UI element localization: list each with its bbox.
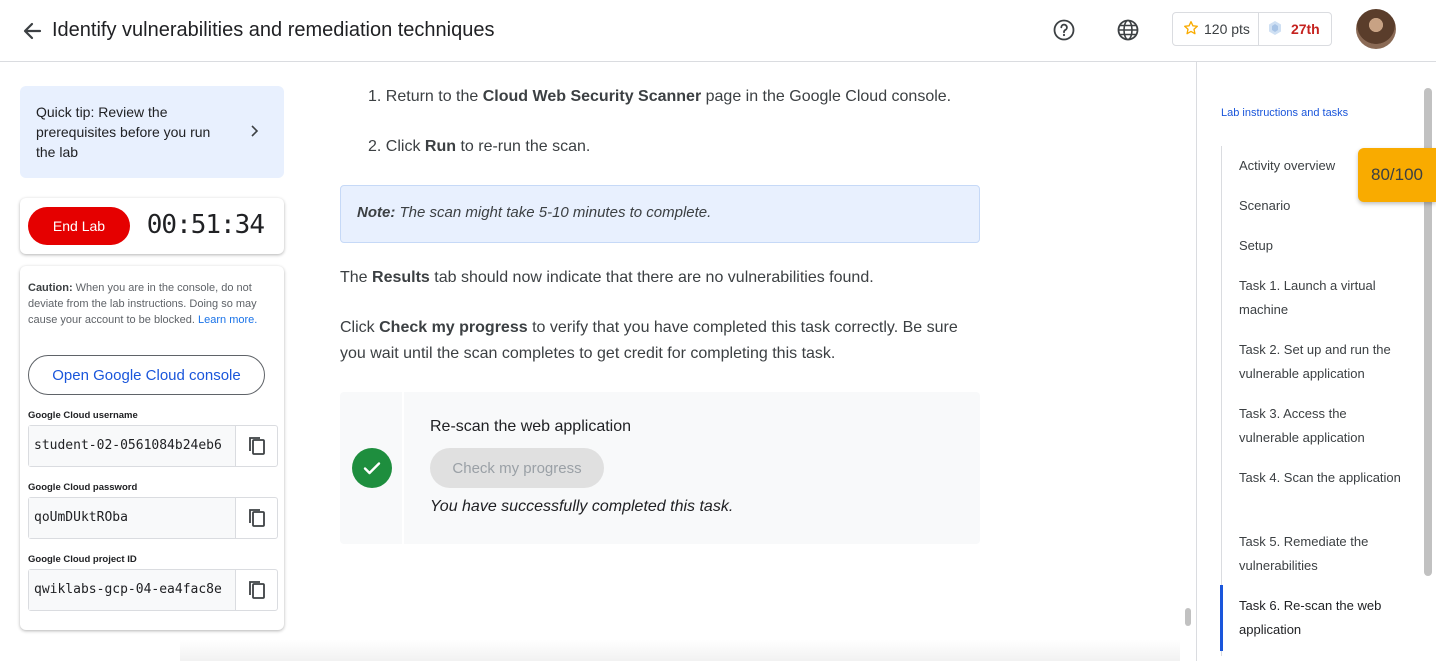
check-title: Re-scan the web application — [430, 418, 632, 435]
copy-icon[interactable] — [236, 498, 277, 538]
content-scrollbar[interactable] — [1184, 62, 1192, 661]
league-icon — [1267, 20, 1291, 39]
points-label: 120 pts — [1204, 21, 1250, 37]
star-icon — [1183, 20, 1204, 39]
top-bar: Identify vulnerabilities and remediation… — [0, 0, 1436, 62]
instruction-step-2: 2. Click Run to re-run the scan. — [368, 136, 590, 158]
check-progress-paragraph: Click Check my progress to verify that y… — [340, 315, 980, 367]
step-text: page in the Google Cloud console. — [701, 88, 952, 105]
toc-active-indicator — [1220, 585, 1223, 651]
score-badge: 80/100 — [1358, 148, 1436, 202]
paragraph-bold: Results — [372, 269, 430, 286]
paragraph-bold: Check my progress — [379, 319, 528, 336]
instruction-step-1: 1. Return to the Cloud Web Security Scan… — [368, 86, 951, 108]
end-lab-button[interactable]: End Lab — [28, 207, 130, 245]
toc-title: Lab instructions and tasks — [1221, 107, 1349, 119]
points-display: 120 pts — [1173, 13, 1259, 45]
credentials-card: Caution: When you are in the console, do… — [20, 266, 284, 630]
toc-item-task-2[interactable]: Task 2. Set up and run the vulnerable ap… — [1239, 338, 1409, 386]
caution-label: Caution: — [28, 282, 73, 294]
rank-label: 27th — [1290, 21, 1320, 37]
back-arrow-icon[interactable] — [18, 17, 46, 45]
lab-control-card: End Lab 00:51:34 — [20, 198, 284, 254]
step-bold: Cloud Web Security Scanner — [482, 88, 702, 105]
note-label: Note: — [357, 204, 396, 221]
project-id-label: Google Cloud project ID — [28, 554, 137, 565]
toc-item-task-4[interactable]: Task 4. Scan the application — [1239, 466, 1409, 490]
username-field: student-02-0561084b24eb6 — [28, 425, 278, 467]
globe-icon[interactable] — [1116, 18, 1140, 42]
toc-item-task-3[interactable]: Task 3. Access the vulnerable applicatio… — [1239, 402, 1409, 450]
progress-check-card: Re-scan the web application Check my pro… — [340, 392, 980, 544]
note-text: The scan might take 5-10 minutes to comp… — [395, 204, 712, 221]
paragraph-text: The — [340, 269, 373, 286]
check-success-message: You have successfully completed this tas… — [430, 498, 734, 515]
content-scrollbar-thumb[interactable] — [1185, 608, 1191, 626]
toc-item-setup[interactable]: Setup — [1239, 234, 1409, 258]
username-value[interactable]: student-02-0561084b24eb6 — [29, 426, 237, 466]
toc-item-task-1[interactable]: Task 1. Launch a virtual machine — [1239, 274, 1409, 322]
project-id-value[interactable]: qwiklabs-gcp-04-ea4fac8e — [29, 570, 237, 610]
copy-icon[interactable] — [236, 426, 277, 466]
step-text: Return to the — [385, 88, 483, 105]
note-box: Note: The scan might take 5-10 minutes t… — [340, 185, 980, 243]
learn-more-link[interactable]: Learn more. — [198, 314, 257, 326]
avatar[interactable] — [1356, 9, 1396, 49]
toc-track — [1221, 146, 1222, 656]
page-title: Identify vulnerabilities and remediation… — [52, 19, 495, 41]
step-text: Click — [385, 138, 425, 155]
step-number: 1. — [368, 88, 382, 105]
quick-tip-card[interactable]: Quick tip: Review the prerequisites befo… — [20, 86, 284, 178]
open-console-button[interactable]: Open Google Cloud console — [28, 355, 265, 395]
password-label: Google Cloud password — [28, 482, 138, 493]
rank-display: 27th — [1259, 20, 1328, 39]
lab-timer: 00:51:34 — [146, 210, 265, 240]
caution-text: Caution: When you are in the console, do… — [28, 280, 278, 328]
password-field: qoUmDUktROba — [28, 497, 278, 539]
results-paragraph: The Results tab should now indicate that… — [340, 265, 980, 291]
quick-tip-text: Quick tip: Review the prerequisites befo… — [36, 104, 211, 160]
bottom-fade — [180, 640, 1180, 661]
score-summary[interactable]: 120 pts 27th — [1172, 12, 1332, 46]
step-number: 2. — [368, 138, 382, 155]
step-text: to re-run the scan. — [456, 138, 591, 155]
username-label: Google Cloud username — [28, 410, 138, 421]
help-icon[interactable] — [1052, 18, 1076, 42]
step-bold: Run — [424, 138, 457, 155]
copy-icon[interactable] — [236, 570, 277, 610]
paragraph-text: tab should now indicate that there are n… — [429, 269, 874, 286]
toc-item-task-5[interactable]: Task 5. Remediate the vulnerabilities — [1239, 530, 1409, 578]
chevron-right-icon — [250, 124, 260, 143]
password-value[interactable]: qoUmDUktROba — [29, 498, 237, 538]
check-status-column — [340, 392, 404, 544]
check-my-progress-button[interactable]: Check my progress — [430, 448, 604, 488]
project-id-field: qwiklabs-gcp-04-ea4fac8e — [28, 569, 278, 611]
paragraph-text: Click — [340, 319, 380, 336]
toc-item-task-6[interactable]: Task 6. Re-scan the web application — [1239, 594, 1409, 642]
check-icon — [352, 448, 392, 488]
